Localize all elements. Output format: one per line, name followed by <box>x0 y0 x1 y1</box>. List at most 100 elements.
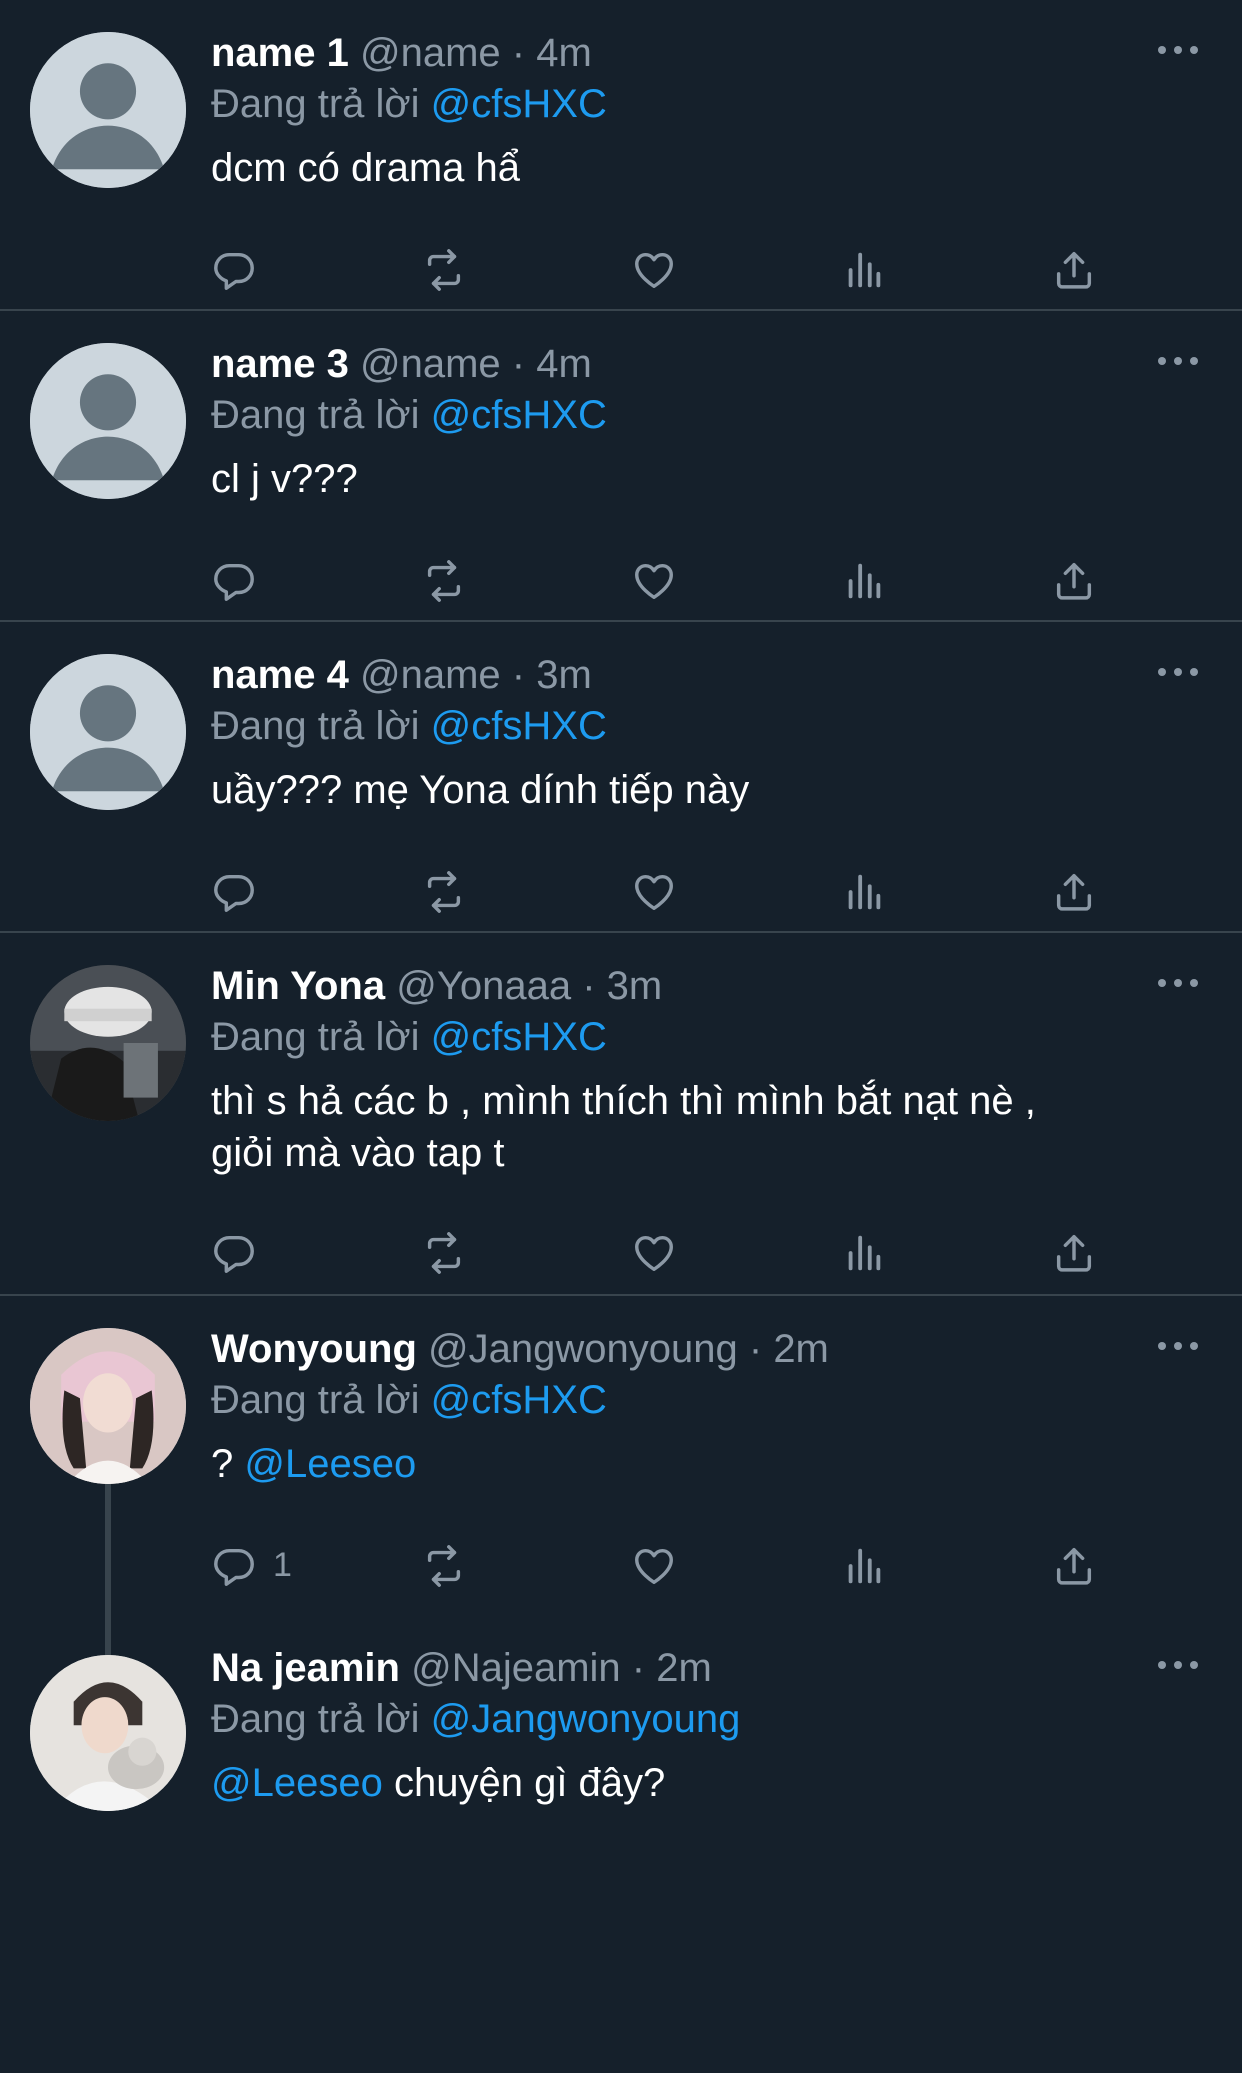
views-icon <box>841 558 887 604</box>
tweet[interactable]: name 1 @name · 4m Đang trả lời @cfsHXC d… <box>0 0 1242 311</box>
separator: · <box>511 342 526 386</box>
display-name[interactable]: Min Yona <box>211 964 385 1008</box>
reply-button[interactable]: 1 <box>211 1536 292 1596</box>
replying-to-mention[interactable]: @cfsHXC <box>431 82 607 126</box>
more-icon[interactable] <box>1158 40 1198 60</box>
retweet-button[interactable] <box>421 1536 481 1596</box>
share-button[interactable] <box>1051 862 1111 922</box>
more-icon[interactable] <box>1158 1336 1198 1356</box>
like-button[interactable] <box>631 1536 691 1596</box>
retweet-button[interactable] <box>421 551 481 611</box>
like-icon <box>631 869 677 915</box>
avatar-photo[interactable] <box>30 965 186 1121</box>
display-name[interactable]: name 4 <box>211 653 349 697</box>
views-button[interactable] <box>841 1536 901 1596</box>
retweet-button[interactable] <box>421 240 481 300</box>
replying-to-mention[interactable]: @Jangwonyoung <box>431 1697 741 1741</box>
replying-to-label: Đang trả lời <box>211 1378 420 1422</box>
avatar-photo[interactable] <box>30 1328 186 1484</box>
timestamp[interactable]: 4m <box>536 31 592 75</box>
replying-to-mention[interactable]: @cfsHXC <box>431 704 607 748</box>
reply-icon <box>211 1230 257 1276</box>
reply-button[interactable] <box>211 240 271 300</box>
tweet[interactable]: Na jeamin @Najeamin · 2m Đang trả lời @J… <box>0 1633 1242 2073</box>
retweet-icon <box>421 1543 467 1589</box>
share-button[interactable] <box>1051 1536 1111 1596</box>
user-handle[interactable]: @Jangwonyoung <box>428 1327 738 1371</box>
avatar[interactable] <box>30 654 186 810</box>
tweet[interactable]: Wonyoung @Jangwonyoung · 2m Đang trả lời… <box>0 1296 1242 1633</box>
avatar[interactable] <box>30 343 186 499</box>
retweet-button[interactable] <box>421 862 481 922</box>
tweet-text: cl j v??? <box>211 457 358 501</box>
user-handle[interactable]: @name <box>360 31 501 75</box>
replying-to-mention[interactable]: @cfsHXC <box>431 1378 607 1422</box>
tweet[interactable]: name 4 @name · 3m Đang trả lời @cfsHXC u… <box>0 622 1242 933</box>
reply-icon <box>211 247 257 293</box>
user-handle[interactable]: @name <box>360 653 501 697</box>
display-name[interactable]: Na jeamin <box>211 1646 400 1690</box>
share-icon <box>1051 1543 1097 1589</box>
retweet-icon <box>421 1230 467 1276</box>
tweet-header: Na jeamin @Najeamin · 2m <box>211 1643 1212 1693</box>
like-button[interactable] <box>631 240 691 300</box>
reply-button[interactable] <box>211 1223 271 1283</box>
tweet-header: name 4 @name · 3m <box>211 650 1212 700</box>
mention-link[interactable]: @Leeseo <box>244 1442 416 1486</box>
views-button[interactable] <box>841 240 901 300</box>
reply-button[interactable] <box>211 862 271 922</box>
tweet[interactable]: name 3 @name · 4m Đang trả lời @cfsHXC c… <box>0 311 1242 622</box>
user-handle[interactable]: @Najeamin <box>411 1646 621 1690</box>
tweet-text-line: giỏi mà vào tap t <box>211 1131 505 1175</box>
share-icon <box>1051 247 1097 293</box>
tweet[interactable]: Min Yona @Yonaaa · 3m Đang trả lời @cfsH… <box>0 933 1242 1296</box>
display-name[interactable]: name 3 <box>211 342 349 386</box>
tweet-content: Min Yona @Yonaaa · 3m Đang trả lời @cfsH… <box>211 961 1212 1179</box>
timestamp[interactable]: 3m <box>607 964 663 1008</box>
share-icon <box>1051 558 1097 604</box>
retweet-button[interactable] <box>421 1223 481 1283</box>
timestamp[interactable]: 4m <box>536 342 592 386</box>
replying-to-mention[interactable]: @cfsHXC <box>431 1015 607 1059</box>
tweet-text: dcm có drama hẩ <box>211 146 521 190</box>
reply-count: 1 <box>273 1546 292 1584</box>
action-bar: 1 <box>211 1536 1111 1596</box>
action-bar <box>211 1223 1111 1283</box>
thread-connector <box>105 1633 111 1655</box>
separator: · <box>748 1327 763 1371</box>
timestamp[interactable]: 2m <box>773 1327 829 1371</box>
more-icon[interactable] <box>1158 351 1198 371</box>
separator: · <box>631 1646 646 1690</box>
action-bar <box>211 862 1111 922</box>
more-icon[interactable] <box>1158 1655 1198 1675</box>
tweet-text-body: chuyện gì đây? <box>393 1761 666 1805</box>
tweet-text: uầy??? mẹ Yona dính tiếp này <box>211 768 750 812</box>
views-button[interactable] <box>841 1223 901 1283</box>
user-handle[interactable]: @Yonaaa <box>396 964 571 1008</box>
reply-feed: name 1 @name · 4m Đang trả lời @cfsHXC d… <box>0 0 1242 2073</box>
display-name[interactable]: name 1 <box>211 31 349 75</box>
timestamp[interactable]: 3m <box>536 653 592 697</box>
user-handle[interactable]: @name <box>360 342 501 386</box>
reply-button[interactable] <box>211 551 271 611</box>
timestamp[interactable]: 2m <box>656 1646 712 1690</box>
share-button[interactable] <box>1051 240 1111 300</box>
avatar[interactable] <box>30 32 186 188</box>
like-icon <box>631 1230 677 1276</box>
more-icon[interactable] <box>1158 973 1198 993</box>
action-bar <box>211 551 1111 611</box>
views-button[interactable] <box>841 551 901 611</box>
like-button[interactable] <box>631 551 691 611</box>
avatar-photo[interactable] <box>30 1655 186 1811</box>
more-icon[interactable] <box>1158 662 1198 682</box>
share-button[interactable] <box>1051 1223 1111 1283</box>
replying-to: Đang trả lời @cfsHXC <box>211 700 1212 752</box>
mention-link[interactable]: @Leeseo <box>211 1761 383 1805</box>
replying-to-mention[interactable]: @cfsHXC <box>431 393 607 437</box>
views-button[interactable] <box>841 862 901 922</box>
display-name[interactable]: Wonyoung <box>211 1327 417 1371</box>
like-button[interactable] <box>631 862 691 922</box>
like-button[interactable] <box>631 1223 691 1283</box>
tweet-content: name 3 @name · 4m Đang trả lời @cfsHXC c… <box>211 339 1212 505</box>
share-button[interactable] <box>1051 551 1111 611</box>
